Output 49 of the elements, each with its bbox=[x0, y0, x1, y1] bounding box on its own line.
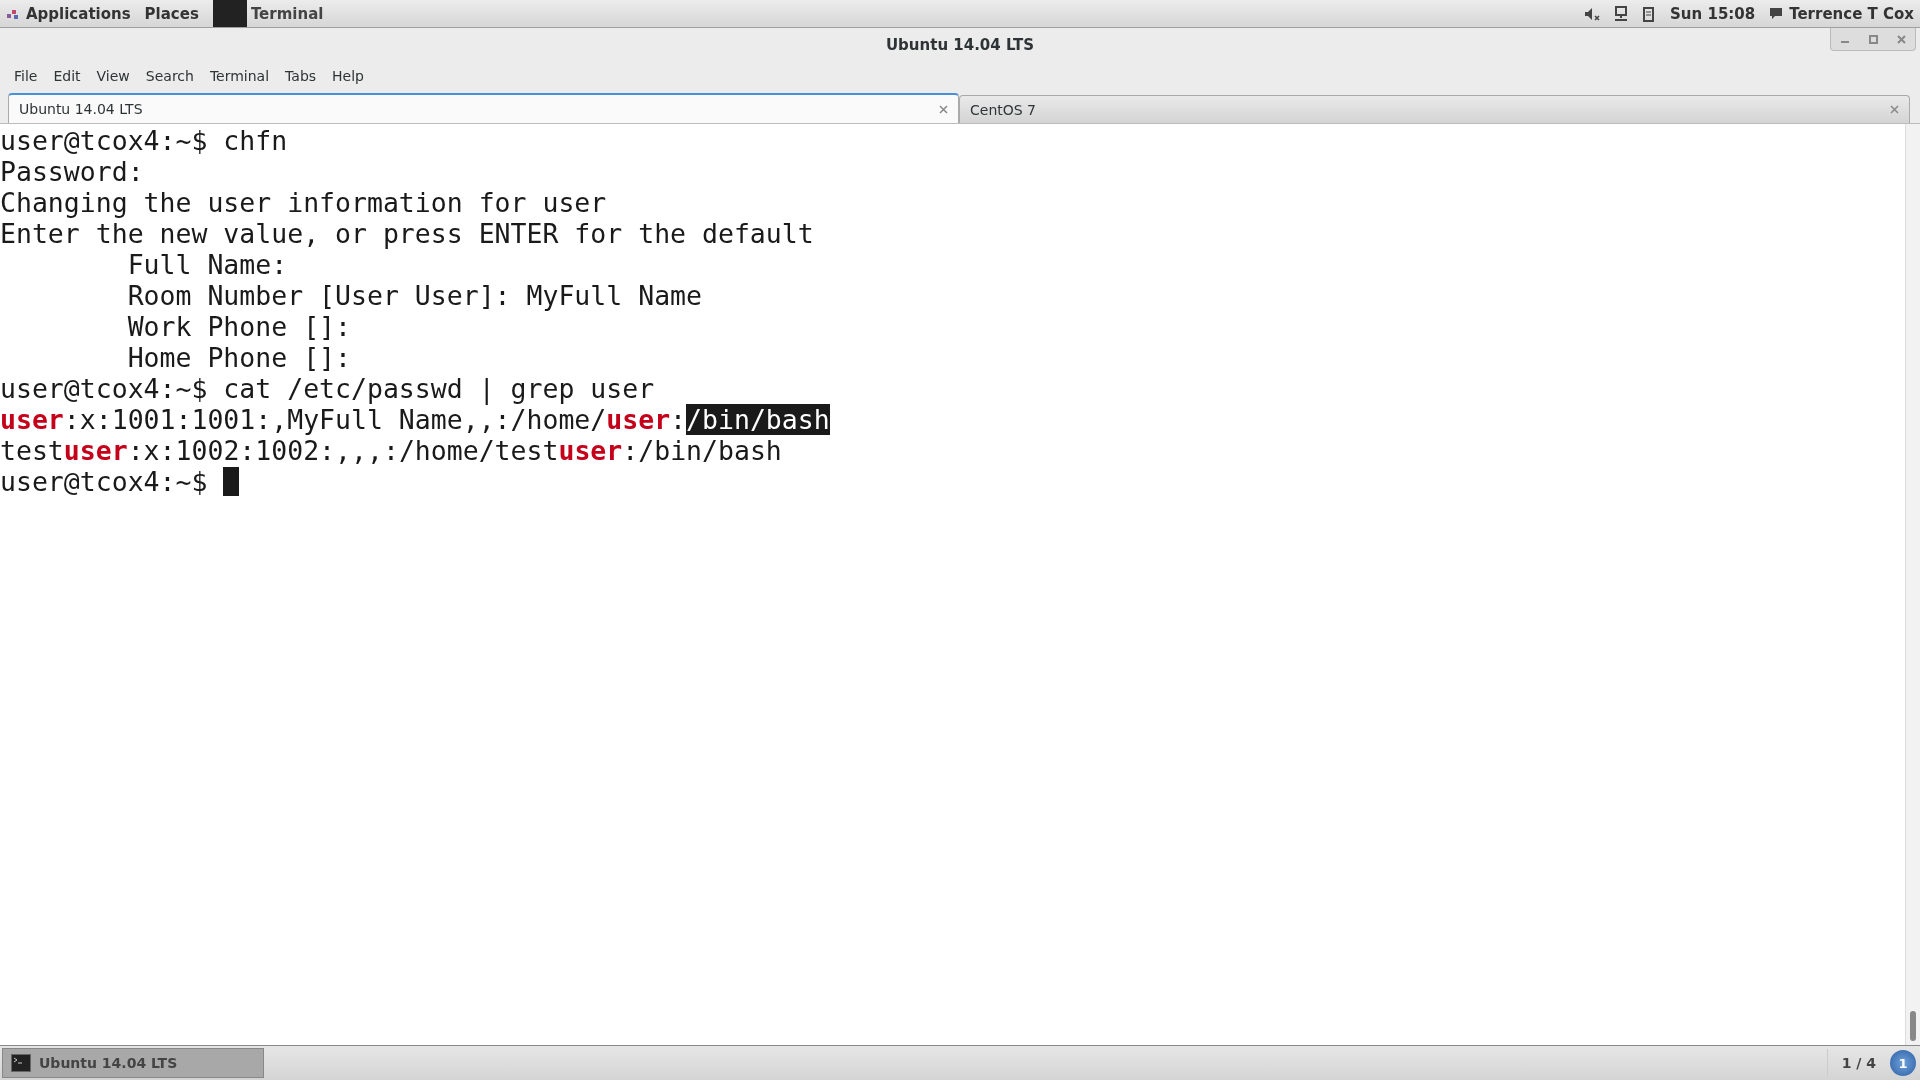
terminal-text: Home Phone []: bbox=[126, 342, 351, 373]
window-title: Ubuntu 14.04 LTS bbox=[885, 35, 1035, 54]
menu-item[interactable]: View bbox=[88, 64, 138, 88]
places-menu[interactable]: Places bbox=[144, 4, 199, 23]
terminal-text: Changing the user information for user bbox=[0, 187, 607, 218]
close-icon bbox=[1896, 34, 1906, 44]
terminal-text: /bin/bash bbox=[686, 404, 830, 435]
applications-menu[interactable]: Applications bbox=[6, 4, 131, 23]
user-menu[interactable]: Terrence T Cox bbox=[1769, 4, 1914, 23]
clock[interactable]: Sun 15:08 bbox=[1670, 4, 1756, 23]
menu-item[interactable]: Tabs bbox=[277, 64, 325, 88]
menu-item[interactable]: Edit bbox=[45, 64, 89, 88]
network-icon[interactable] bbox=[1614, 5, 1629, 22]
menu-item[interactable]: Search bbox=[137, 64, 202, 88]
terminal-text: :/bin/bash bbox=[622, 435, 782, 466]
scrollbar[interactable] bbox=[1905, 124, 1920, 1045]
chat-status-icon bbox=[1769, 7, 1784, 20]
terminal-text: test bbox=[0, 435, 64, 466]
muted-speaker-icon[interactable] bbox=[1584, 6, 1601, 21]
terminal-text: Enter the new value, or press ENTER for the default bbox=[0, 218, 814, 249]
terminal-text: Room Number [User User]: MyFull Name bbox=[126, 280, 702, 311]
terminal-text: user bbox=[63, 435, 128, 466]
terminal-text: Full Name: bbox=[126, 249, 288, 280]
terminal-tab[interactable]: Ubuntu 14.04 LTS bbox=[8, 93, 959, 123]
terminal-text: Work Phone []: bbox=[126, 311, 351, 342]
menu-item[interactable]: Terminal bbox=[201, 64, 278, 88]
menu-item[interactable]: Help bbox=[324, 64, 372, 88]
terminal-text: user bbox=[606, 404, 671, 435]
active-app-label[interactable]: Terminal bbox=[250, 4, 324, 23]
terminal-tab[interactable]: CentOS 7 bbox=[959, 95, 1910, 123]
terminal-text: : bbox=[670, 404, 687, 435]
terminal-text: user bbox=[0, 404, 64, 435]
tab-label: CentOS 7 bbox=[970, 101, 1036, 118]
terminal-text: user@tcox4:~$ cat /etc/passwd | grep user bbox=[0, 373, 655, 404]
tab-close-icon[interactable] bbox=[1890, 105, 1899, 114]
tab-label: Ubuntu 14.04 LTS bbox=[19, 101, 143, 117]
terminal-text: Password: bbox=[0, 156, 144, 187]
terminal-text: user@tcox4:~$ chfn bbox=[0, 125, 288, 156]
terminal-text: user@tcox4:~$ bbox=[0, 466, 209, 497]
tab-close-icon[interactable] bbox=[939, 104, 948, 114]
maximize-icon bbox=[1868, 34, 1878, 44]
terminal-text: user bbox=[558, 435, 623, 466]
terminal-icon bbox=[11, 1054, 31, 1072]
taskbar-window-button[interactable]: Ubuntu 14.04 LTS bbox=[2, 1048, 264, 1078]
clipboard-icon[interactable] bbox=[1642, 5, 1657, 22]
workspace-indicator[interactable]: 1 / 4 bbox=[1826, 1049, 1890, 1077]
terminal-text: :x:1002:1002:,,,:/home/test bbox=[127, 435, 559, 466]
terminal-text: :x:1001:1001:,MyFull Name,,:/home/ bbox=[63, 404, 607, 435]
menu-item[interactable]: File bbox=[6, 64, 46, 88]
